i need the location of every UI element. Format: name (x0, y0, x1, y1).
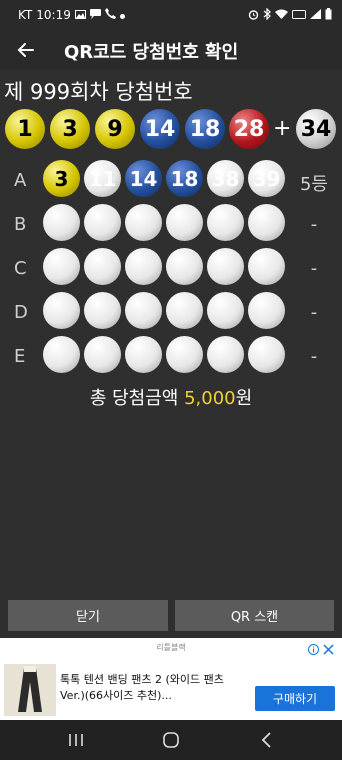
game-ball (207, 292, 244, 329)
round-title: 제 999회차 당첨번호 (4, 80, 193, 104)
game-ball (43, 204, 80, 241)
winning-ball: 18 (185, 109, 225, 149)
game-ball (248, 204, 285, 241)
game-ball (248, 336, 285, 373)
close-button[interactable]: 닫기 (8, 600, 168, 631)
status-bar: KT 10:19 (0, 0, 342, 30)
total-prize: 총 당첨금액 5,000원 (0, 384, 342, 410)
volte-icon (292, 9, 306, 22)
app-bar: QR코드 당첨번호 확인 (0, 30, 342, 70)
game-ball (125, 292, 162, 329)
game-ball (125, 336, 162, 373)
message-icon (89, 8, 101, 22)
winning-ball: 1 (5, 109, 45, 149)
game-ball (84, 292, 121, 329)
recent-apps-icon[interactable] (68, 732, 84, 752)
game-label: D (14, 302, 28, 323)
dot-icon (119, 8, 125, 22)
game-rank: - (310, 258, 318, 279)
game-ball: 18 (166, 160, 203, 197)
game-ball: 38 (207, 160, 244, 197)
game-ball (248, 292, 285, 329)
battery-icon (325, 8, 332, 23)
status-time: 10:19 (36, 8, 71, 22)
game-ball (125, 204, 162, 241)
game-ball: 3 (43, 160, 80, 197)
ad-text[interactable]: 톡톡 텐션 밴딩 팬츠 2 (와이드 팬츠 Ver.)(66사이즈 추천)... (60, 672, 238, 704)
game-ball (166, 336, 203, 373)
wifi-icon (275, 9, 288, 22)
alarm-icon (248, 9, 259, 23)
total-prefix: 총 당첨금액 (89, 388, 185, 409)
ad-info-icon[interactable] (308, 640, 319, 659)
bonus-ball: 34 (296, 109, 336, 149)
game-rank: 5등 (299, 174, 328, 195)
game-rank: - (310, 346, 318, 367)
gallery-icon (74, 8, 86, 22)
game-ball (84, 336, 121, 373)
carrier: KT (18, 8, 33, 22)
ad-image[interactable] (4, 664, 56, 716)
game-ball (43, 336, 80, 373)
back-nav-icon[interactable] (260, 731, 274, 753)
total-suffix: 원 (235, 388, 253, 409)
game-ball (166, 292, 203, 329)
game-ball (43, 248, 80, 285)
winning-ball: 28 (229, 109, 269, 149)
call-icon (104, 8, 116, 22)
winning-ball: 9 (95, 109, 135, 149)
game-label: A (14, 170, 27, 191)
game-label: E (14, 346, 26, 367)
game-ball (207, 248, 244, 285)
buy-button[interactable]: 구매하기 (255, 686, 335, 711)
game-ball (84, 204, 121, 241)
game-rank: - (310, 214, 318, 235)
game-label: B (14, 214, 27, 235)
game-ball: 14 (125, 160, 162, 197)
game-ball (125, 248, 162, 285)
game-ball (166, 248, 203, 285)
ad-label: 리틀블랙 (156, 643, 186, 652)
home-icon[interactable] (162, 731, 180, 753)
game-ball: 39 (248, 160, 285, 197)
nav-bar (0, 720, 342, 760)
game-ball (43, 292, 80, 329)
game-ball (84, 248, 121, 285)
game-ball: 11 (84, 160, 121, 197)
winning-ball: 14 (140, 109, 180, 149)
game-label: C (14, 258, 27, 279)
game-ball (248, 248, 285, 285)
back-arrow-icon[interactable] (14, 38, 38, 62)
ad-close-icon[interactable] (323, 640, 334, 659)
qr-scan-button[interactable]: QR 스캔 (175, 600, 334, 631)
signal-icon (310, 9, 321, 22)
total-amount: 5,000 (184, 388, 236, 409)
page-title: QR코드 당첨번호 확인 (64, 42, 239, 63)
winning-ball: 3 (50, 109, 90, 149)
plus-sign: + (273, 116, 292, 141)
game-ball (166, 204, 203, 241)
game-rank: - (310, 302, 318, 323)
bluetooth-icon (263, 7, 271, 23)
game-ball (207, 336, 244, 373)
game-ball (207, 204, 244, 241)
